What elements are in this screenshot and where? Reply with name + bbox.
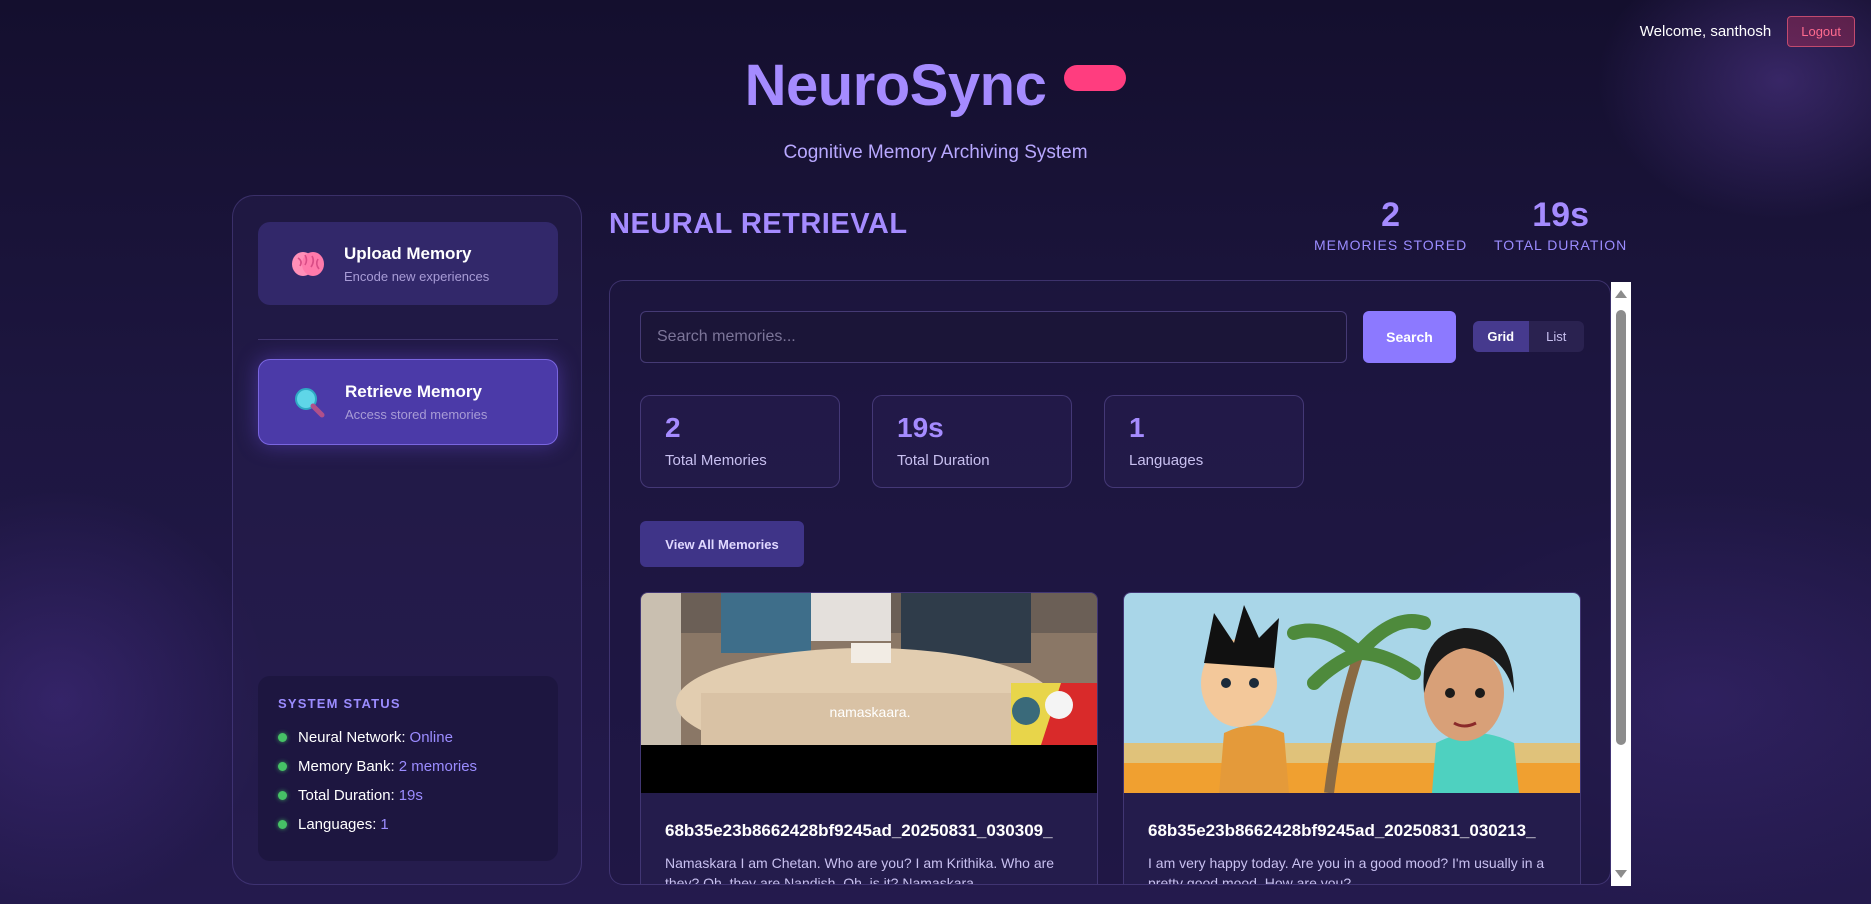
status-label: Total Duration: <box>298 787 395 804</box>
status-value: 19s <box>398 787 423 804</box>
system-status-heading: SYSTEM STATUS <box>278 696 401 711</box>
status-label: Languages: <box>298 816 377 833</box>
metric-value: 19s <box>1532 196 1589 234</box>
memory-description: Namaskara I am Chetan. Who are you? I am… <box>665 855 1055 885</box>
status-row-languages: Languages: 1 <box>278 810 538 839</box>
magnifier-icon <box>279 382 339 422</box>
sidebar-item-retrieve-memory[interactable]: Retrieve Memory Access stored memories <box>258 359 558 445</box>
metric-label: MEMORIES STORED <box>1314 237 1468 253</box>
panel-scrollbar[interactable] <box>1611 282 1631 886</box>
brand-header: NeuroSync <box>0 52 1871 119</box>
status-row-neural-network: Neural Network: Online <box>278 723 538 752</box>
sidebar-item-subtitle: Access stored memories <box>345 407 488 422</box>
app-subtitle: Cognitive Memory Archiving System <box>783 142 1088 163</box>
status-ok-icon <box>278 820 287 829</box>
app-title: NeuroSync <box>744 53 1047 118</box>
status-value: Online <box>409 729 453 746</box>
memory-title: 68b35e23b8662428bf9245ad_20250831_030213… <box>1148 821 1536 840</box>
memory-title: 68b35e23b8662428bf9245ad_20250831_030309… <box>665 821 1053 840</box>
stat-value: 19s <box>897 412 944 443</box>
welcome-text: Welcome, santhosh <box>1639 23 1772 40</box>
system-status-panel: SYSTEM STATUS Neural Network: Online Mem… <box>258 676 558 861</box>
memory-thumbnail[interactable] <box>1124 593 1580 793</box>
stat-value: 2 <box>665 412 681 443</box>
status-ok-icon <box>278 762 287 771</box>
retrieval-panel: Search Grid List 2 Total Memories 19s To… <box>609 280 1611 885</box>
sidebar: Upload Memory Encode new experiences Ret… <box>232 195 582 885</box>
status-ok-icon <box>278 791 287 800</box>
search-button[interactable]: Search <box>1363 311 1456 363</box>
stat-card-total-memories: 2 Total Memories <box>640 395 840 488</box>
grid-view-button[interactable]: Grid <box>1473 321 1529 352</box>
brand-pill-badge <box>1064 64 1127 91</box>
memory-card[interactable]: 68b35e23b8662428bf9245ad_20250831_030213… <box>1123 592 1581 885</box>
status-value: 2 memories <box>398 758 478 775</box>
sidebar-item-upload-memory[interactable]: Upload Memory Encode new experiences <box>258 222 558 305</box>
stat-card-total-duration: 19s Total Duration <box>872 395 1072 488</box>
metric-label: TOTAL DURATION <box>1494 237 1628 253</box>
sidebar-item-title: Upload Memory <box>344 243 472 263</box>
brain-icon <box>278 244 338 284</box>
stat-card-languages: 1 Languages <box>1104 395 1304 488</box>
logout-button[interactable]: Logout <box>1787 16 1855 47</box>
status-row-memory-bank: Memory Bank: 2 memories <box>278 752 538 781</box>
search-input[interactable] <box>640 311 1347 363</box>
memory-thumbnail[interactable]: namaskaara. <box>641 593 1097 793</box>
memory-card[interactable]: namaskaara. 68b35e23b8662428bf9245ad_202… <box>640 592 1098 885</box>
status-label: Neural Network: <box>298 729 406 746</box>
scrollbar-thumb[interactable] <box>1616 310 1626 745</box>
stat-label: Languages <box>1129 452 1204 469</box>
memory-description: I am very happy today. Are you in a good… <box>1148 855 1545 885</box>
top-bar: Welcome, santhosh Logout <box>1640 16 1855 47</box>
status-ok-icon <box>278 733 287 742</box>
status-row-total-duration: Total Duration: 19s <box>278 781 538 810</box>
sidebar-item-subtitle: Encode new experiences <box>344 268 490 284</box>
status-label: Memory Bank: <box>298 758 395 775</box>
metric-total-duration: 19s TOTAL DURATION <box>1494 196 1627 253</box>
stat-label: Total Memories <box>665 452 767 469</box>
metric-value: 2 <box>1381 196 1401 234</box>
view-all-memories-button[interactable]: View All Memories <box>640 521 804 567</box>
list-view-button[interactable]: List <box>1529 321 1585 352</box>
sidebar-divider <box>258 339 558 340</box>
scroll-up-arrow-icon[interactable] <box>1615 290 1627 298</box>
status-value: 1 <box>380 816 389 833</box>
stat-value: 1 <box>1129 412 1145 443</box>
video-caption: namaskaara. <box>830 704 911 720</box>
page-title: NEURAL RETRIEVAL <box>609 208 908 240</box>
scroll-down-arrow-icon[interactable] <box>1615 870 1627 878</box>
sidebar-item-title: Retrieve Memory <box>345 382 483 401</box>
metric-memories-stored: 2 MEMORIES STORED <box>1314 196 1467 253</box>
stat-label: Total Duration <box>897 452 990 469</box>
view-toggle: Grid List <box>1473 321 1584 352</box>
